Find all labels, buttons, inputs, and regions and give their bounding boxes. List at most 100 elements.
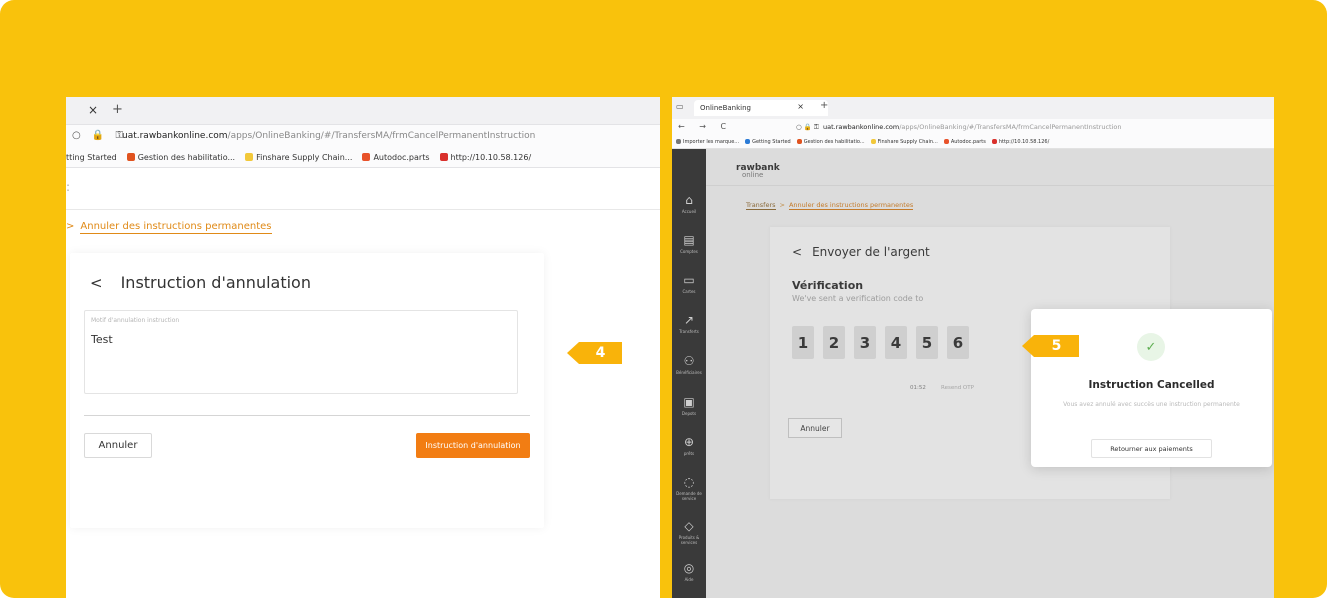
browser-tab-bar: × + [66, 97, 660, 125]
breadcrumb-separator-icon: > [66, 221, 75, 232]
new-tab-icon[interactable]: + [820, 100, 828, 111]
otp-digit-input[interactable]: 5 [916, 326, 938, 359]
breadcrumb-root[interactable]: Transfers [746, 201, 776, 210]
return-to-payments-button[interactable]: Retourner aux paiements [1091, 439, 1212, 458]
otp-digit-input[interactable]: 4 [885, 326, 907, 359]
bookmarks-bar: tting Started Gestion des habilitatio...… [66, 148, 660, 168]
cancel-instruction-card: < Instruction d'annulation Motif d'annul… [70, 253, 544, 528]
bookmark-icon [991, 139, 997, 144]
new-tab-icon[interactable]: + [112, 102, 123, 117]
sidebar-item-transferts[interactable]: ↗ Transferts [672, 313, 706, 334]
sidebar-item-demande-service[interactable]: ◌ Demande de service [672, 475, 706, 501]
browser-tab[interactable]: OnlineBanking × [694, 100, 828, 116]
sidebar-label: prêts [683, 451, 695, 456]
otp-timer: 01:52 [910, 385, 926, 391]
bookmark-icon [796, 139, 802, 144]
tab-close-icon[interactable]: × [88, 103, 98, 117]
otp-digit-input[interactable]: 2 [823, 326, 845, 359]
reason-textarea[interactable]: Motif d'annulation instruction Test [84, 310, 518, 394]
transfer-arrow-icon: ↗ [683, 313, 695, 327]
bookmark-icon [943, 139, 949, 144]
back-chevron-icon[interactable]: < [90, 274, 103, 292]
logo-line2: online [742, 171, 764, 179]
step-number: 4 [595, 345, 606, 361]
card-title-text: Instruction d'annulation [120, 273, 311, 292]
submit-cancellation-button[interactable]: Instruction d'annulation [416, 433, 530, 458]
breadcrumb: Transfers > Annuler des instructions perma… [746, 201, 914, 210]
bookmark-item[interactable]: Autodoc.parts [362, 153, 430, 162]
sidebar-item-cartes[interactable]: ▭ Cartes [672, 273, 706, 294]
divider [84, 415, 530, 416]
bookmark-icon [676, 139, 681, 144]
breadcrumb: > Annuler des instructions permanentes [66, 221, 272, 234]
sidebar-item-depots[interactable]: ▣ Depots [672, 395, 706, 416]
bookmark-icon [745, 139, 751, 144]
url-text: uat.rawbankonline.com/apps/OnlineBanking… [122, 131, 536, 141]
address-bar[interactable]: ○ 🔒 ⚿ uat.rawbankonline.com/apps/OnlineB… [66, 125, 660, 148]
yellow-frame: × + ○ 🔒 ⚿ uat.rawbankonline.com/apps/Onl… [0, 0, 1327, 598]
otp-digit-input[interactable]: 1 [792, 326, 814, 359]
sidebar-item-accueil[interactable]: ⌂ Accueil [672, 193, 706, 214]
tab-title: OnlineBanking [700, 104, 751, 112]
bookmark-item[interactable]: Finshare Supply Chain... [245, 153, 352, 162]
tab-list-icon[interactable]: ▭ [676, 102, 684, 111]
breadcrumb-separator: > [779, 201, 785, 209]
reason-label: Motif d'annulation instruction [91, 317, 180, 324]
cancel-button[interactable]: Annuler [84, 433, 152, 458]
step-5-marker: 5 [1022, 335, 1079, 357]
sidebar-item-aide[interactable]: ◎ Aide [672, 561, 706, 582]
verification-heading: Vérification [792, 279, 864, 292]
back-chevron-icon[interactable]: < [792, 245, 802, 259]
sidebar-label: Bénéficiaires [676, 370, 702, 375]
sidebar-item-prets[interactable]: ⊕ prêts [672, 435, 706, 456]
bookmark-item[interactable]: Autodoc.parts [943, 139, 986, 145]
otp-inputs: 1 2 3 4 5 6 [792, 326, 969, 359]
bookmark-icon [245, 153, 254, 161]
sidebar-item-comptes[interactable]: ▤ Comptes [672, 233, 706, 254]
header-divider [706, 185, 1274, 186]
step-number: 5 [1051, 338, 1062, 354]
bookmark-item[interactable]: http://10.10.58.126/ [439, 153, 531, 162]
address-bar[interactable]: ← → C ○ 🔒 ⚿ uat.rawbankonline.com/apps/O… [672, 119, 1274, 136]
bank-icon: ▤ [683, 233, 695, 247]
breadcrumb-current[interactable]: Annuler des instructions permanentes [788, 201, 914, 210]
bookmark-item[interactable]: Gestion des habilitatio... [126, 153, 235, 162]
verification-subtitle: We've sent a verification code to [792, 294, 924, 303]
bookmark-icon [362, 153, 371, 161]
card-title: < Envoyer de l'argent [792, 245, 930, 259]
tab-close-icon[interactable]: × [797, 102, 804, 111]
resend-otp-link[interactable]: Resend OTP [941, 385, 974, 391]
bookmark-item[interactable]: http://10.10.58.126/ [991, 139, 1049, 145]
sidebar-label: Aide [684, 577, 694, 582]
loan-icon: ⊕ [683, 435, 695, 449]
bookmark-item[interactable]: Finshare Supply Chain... [870, 139, 938, 145]
sidebar-item-beneficiaires[interactable]: ⚇ Bénéficiaires [672, 354, 706, 375]
otp-digit-input[interactable]: 6 [947, 326, 969, 359]
bookmark-item[interactable]: Gestion des habilitatio... [796, 139, 865, 145]
otp-digit-input[interactable]: 3 [854, 326, 876, 359]
breadcrumb-link[interactable]: Annuler des instructions permanentes [80, 221, 272, 234]
card-title: < Instruction d'annulation [90, 273, 311, 292]
bookmark-icon [126, 153, 135, 161]
bookmarks-bar: Importer les marque... Getting Started G… [672, 136, 1274, 149]
card-title-text: Envoyer de l'argent [812, 245, 930, 259]
home-icon: ⌂ [685, 193, 693, 207]
bookmark-item[interactable]: tting Started [66, 153, 117, 162]
bookmark-icon [439, 153, 448, 161]
security-icons: ○ 🔒 ⚿ [72, 130, 128, 141]
url-text: ○ 🔒 ⚿ uat.rawbankonline.com/apps/OnlineB… [796, 123, 1122, 131]
right-screenshot: ▭ OnlineBanking × + ← → C ○ 🔒 ⚿ uat.rawb… [672, 97, 1274, 598]
bookmark-item[interactable]: Importer les marque... [676, 139, 739, 145]
nav-arrows-icon[interactable]: ← → C [678, 122, 732, 131]
sidebar-item-produits[interactable]: ◇ Produits & services [672, 519, 706, 545]
deposit-icon: ▣ [683, 395, 695, 409]
sidebar: ⌂ Accueil ▤ Comptes ▭ Cartes ↗ Transferts ⚇ B… [672, 149, 706, 598]
cancel-button[interactable]: Annuler [788, 418, 842, 438]
browser-tab-bar: ▭ OnlineBanking × + [672, 97, 1274, 119]
sidebar-label: Accueil [681, 209, 697, 214]
card-icon: ▭ [683, 273, 695, 287]
bookmark-item[interactable]: Getting Started [745, 139, 791, 145]
help-icon: ◎ [683, 561, 695, 575]
modal-description: Vous avez annulé avec succès une instruc… [1063, 401, 1240, 408]
sidebar-label: Transferts [679, 329, 699, 334]
